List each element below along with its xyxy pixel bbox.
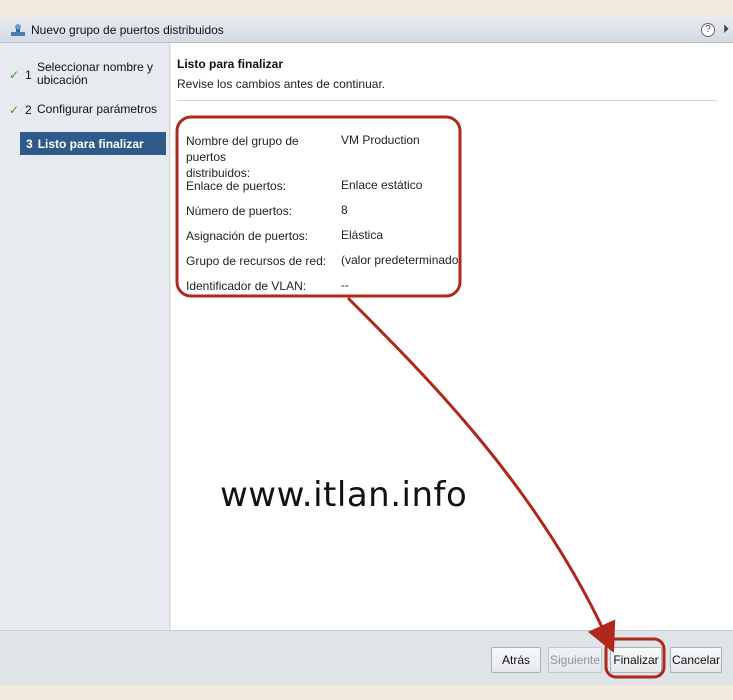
port-group-icon <box>10 22 26 38</box>
step-label: Seleccionar nombre y ubicación <box>37 61 153 87</box>
dialog-titlebar: Nuevo grupo de puertos distribuidos ? ⏵ <box>0 17 733 43</box>
wizard-content-panel: Listo para finalizar Revise los cambios … <box>171 43 733 630</box>
divider <box>177 100 717 101</box>
back-button[interactable]: Atrás <box>491 647 541 673</box>
summary-value: VM Production <box>341 133 420 147</box>
summary-key: Nombre del grupo de puertos distribuidos… <box>186 133 336 181</box>
page-subtitle: Revise los cambios antes de continuar. <box>177 77 386 91</box>
summary-value: -- <box>341 278 349 292</box>
wizard-steps-sidebar: ✓ 1 Seleccionar nombre y ubicación ✓ 2 C… <box>0 43 170 630</box>
step-number: 3 <box>26 136 33 151</box>
summary-key: Identificador de VLAN: <box>186 279 307 293</box>
step-label: Listo para finalizar <box>37 136 144 151</box>
summary-key: Grupo de recursos de red: <box>186 254 327 268</box>
screenshot-stage: Nuevo grupo de puertos distribuidos ? ⏵ … <box>0 0 733 700</box>
step-label: Configurar parámetros <box>37 102 158 116</box>
step-label-line2: ubicación <box>37 73 88 87</box>
summary-value: Enlace estático <box>341 178 423 192</box>
page-title: Listo para finalizar <box>177 57 284 71</box>
summary-key: Asignación de puertos: <box>186 229 309 243</box>
summary-key: Enlace de puertos: <box>186 179 287 193</box>
summary-value: Elástica <box>341 228 384 242</box>
summary-key: Número de puertos: <box>186 204 293 218</box>
finish-button[interactable]: Finalizar <box>610 647 662 673</box>
check-icon: ✓ <box>9 103 20 117</box>
step-label-line1: Seleccionar nombre y <box>37 60 154 74</box>
help-icon[interactable]: ? <box>701 23 715 37</box>
cancel-button[interactable]: Cancelar <box>670 647 722 673</box>
summary-value: (valor predeterminado) <box>341 253 463 267</box>
next-button[interactable]: Siguiente <box>548 647 602 673</box>
summary-value: 8 <box>341 203 348 217</box>
step-number: 1 <box>25 68 32 82</box>
watermark-text: www.itlan.info <box>220 475 468 515</box>
step-number: 2 <box>25 103 32 117</box>
wizard-step-3-active[interactable]: 3 Listo para finalizar <box>20 132 166 155</box>
summary-key-line1: Nombre del grupo de puertos <box>186 134 299 164</box>
check-icon: ✓ <box>9 68 20 82</box>
dialog-title: Nuevo grupo de puertos distribuidos <box>31 22 224 37</box>
collapse-icon[interactable]: ⏵ <box>723 22 729 37</box>
dialog-footer: Atrás Siguiente Finalizar Cancelar <box>0 630 733 685</box>
